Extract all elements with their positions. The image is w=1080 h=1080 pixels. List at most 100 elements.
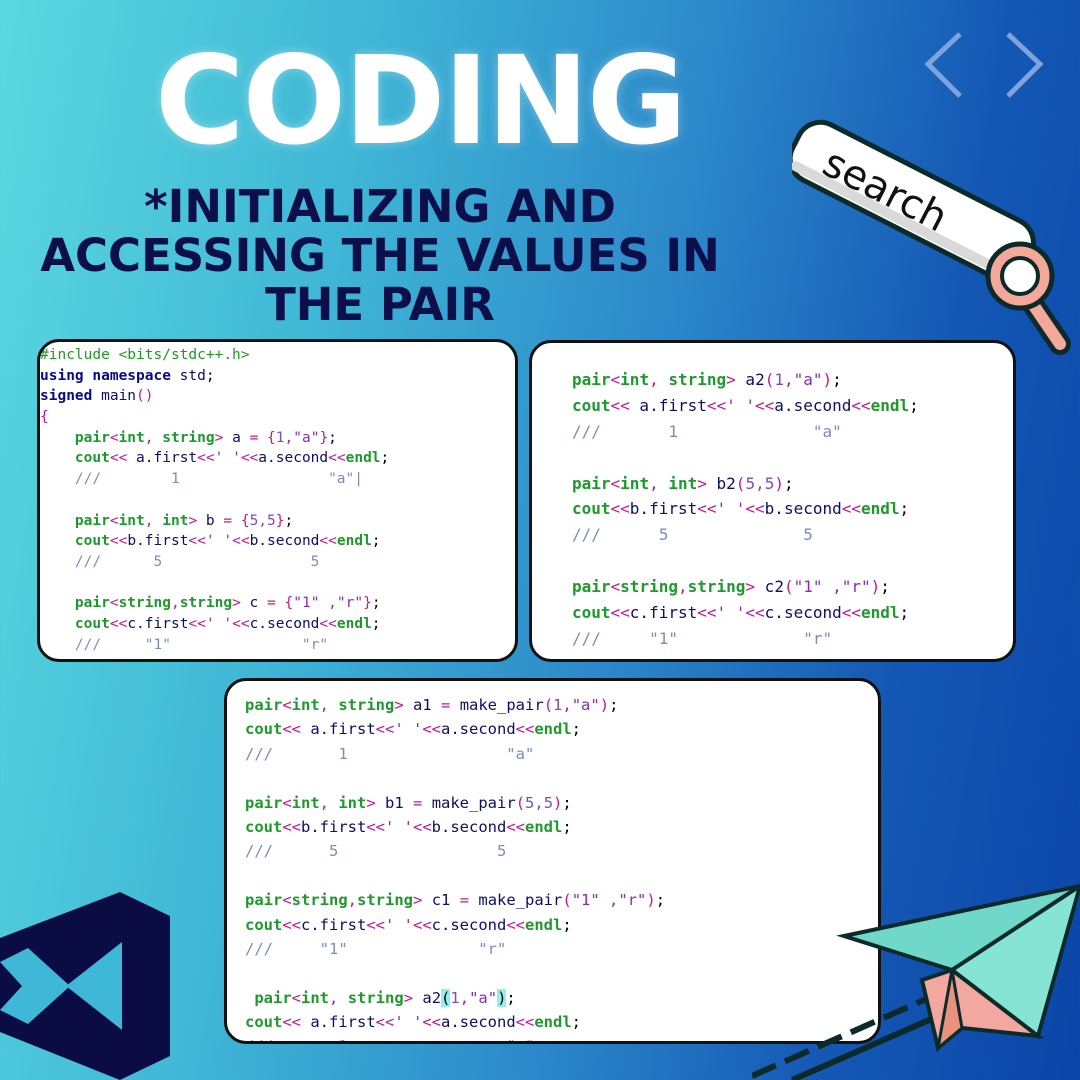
code-token: string (153, 429, 215, 446)
code-token: ) (870, 577, 881, 597)
code-token: 1 (553, 696, 563, 714)
code-line: /// 1 "a" (572, 419, 919, 445)
code-token: ( (515, 793, 526, 812)
code-token: "a" (571, 696, 600, 714)
code-token: , (677, 577, 688, 597)
code-token: << (109, 615, 128, 632)
code-token: cout (572, 395, 611, 415)
code-token: = (441, 696, 451, 714)
code-token: << (240, 450, 259, 467)
code-token: ; (562, 915, 572, 934)
code-token: "a" (469, 988, 498, 1007)
code-token: } (319, 429, 329, 446)
code-token: a (223, 429, 250, 446)
code-token: /// 1 "a"| (40, 471, 364, 488)
code-token: > (745, 577, 756, 597)
code-token: < (109, 595, 119, 612)
code-token: ; (899, 499, 910, 519)
code-token: < (282, 891, 292, 910)
code-token: << (755, 395, 775, 415)
code-token: << (422, 1013, 441, 1032)
code-token: { (240, 512, 250, 529)
code-token: int (291, 793, 320, 812)
code-line: /// 1 "a" (245, 742, 665, 766)
code-token: int (153, 512, 189, 529)
code-token: << (282, 817, 301, 836)
code-token: ' ' (205, 615, 233, 632)
code-token: #include <bits/stdc++.h> (40, 347, 250, 363)
code-line: cout<<c.first<<' '<<c.second<<endl; (40, 614, 389, 635)
code-token: 5,5 (525, 793, 554, 812)
code-token: < (610, 370, 621, 389)
code-token: << (841, 499, 861, 519)
code-token: string (338, 988, 404, 1007)
code-token: << (422, 720, 441, 739)
code-panel: #include <bits/stdc++.h> using namespace … (37, 339, 518, 662)
code-token: cout (245, 720, 283, 739)
code-token: endl (336, 533, 372, 550)
code-token: << (506, 817, 525, 836)
code-token: ; (371, 533, 381, 550)
code-token: ' ' (385, 817, 413, 836)
code-token: string (620, 577, 678, 597)
code-token: a.second (441, 720, 516, 739)
code-token: endl (345, 450, 381, 467)
code-token: ( (783, 577, 794, 597)
code-token: < (109, 512, 119, 529)
code-token: ; (909, 395, 919, 415)
code-token: = (459, 891, 470, 910)
code-token: << (413, 817, 432, 836)
code-token: make_pair (422, 793, 516, 812)
code-block: pair<int, string> a1 = make_pair(1,"a");… (245, 693, 665, 1041)
code-token: endl (525, 817, 563, 836)
code-token: pair (572, 370, 611, 389)
code-line: cout<<c.first<<' '<<c.second<<endl; (245, 913, 665, 937)
code-token: , (562, 696, 572, 714)
code-panel: pair<int, string> a2(1,"a"); cout<< a.fir… (529, 340, 1016, 662)
code-token: b (197, 512, 224, 529)
code-token: > (726, 370, 736, 389)
code-token: /// 1 "a" (245, 1037, 534, 1041)
code-line (572, 548, 919, 574)
code-token: "1" ,"r" (571, 891, 647, 910)
paper-plane-icon (752, 883, 1080, 1080)
code-token: int (291, 696, 320, 714)
code-line: pair<int, int> b1 = make_pair(5,5); (245, 791, 665, 815)
code-token: , (144, 429, 154, 446)
code-token: b1 (375, 793, 414, 812)
code-token: a.first (301, 1013, 376, 1032)
code-token: ; (371, 615, 381, 632)
code-line: pair<string,string> c2("1" ,"r"); (572, 574, 919, 600)
code-token: /// "1" "r" (40, 636, 329, 653)
code-line: /// 1 "a"| (40, 469, 389, 490)
code-token: << (697, 499, 717, 519)
code-token: b.first (301, 817, 367, 836)
code-token: c.second (431, 915, 507, 934)
code-token: int (329, 793, 367, 812)
code-token: << (188, 533, 206, 550)
code-token: "1" ,"r" (793, 577, 871, 597)
code-line: cout<< a.first<<' '<<a.second<<endl; (40, 448, 389, 469)
code-token: << (232, 615, 250, 632)
code-token: /// "1" "r" (572, 628, 833, 648)
code-token: < (109, 429, 119, 446)
code-token: c1 (422, 891, 460, 910)
code-token: endl (336, 615, 372, 632)
magnifier-icon (985, 241, 1071, 355)
code-token: /// 5 5 (572, 525, 813, 545)
code-token: c.second (249, 615, 320, 632)
code-line: { (40, 407, 389, 428)
code-token: ; (899, 603, 910, 623)
code-line: cout<< a.first<<' '<<a.second<<endl; (245, 1010, 665, 1034)
code-token: << (282, 720, 301, 739)
code-token: << (197, 450, 215, 467)
code-token: ) (553, 793, 563, 812)
code-token: int (118, 429, 145, 446)
code-token: ( (735, 473, 746, 493)
code-token: ; (506, 988, 516, 1007)
page-title: CODING (154, 30, 687, 172)
code-line: pair<int, string> a1 = make_pair(1,"a"); (245, 693, 665, 717)
code-token: << (697, 603, 717, 623)
code-token: << (366, 817, 385, 836)
